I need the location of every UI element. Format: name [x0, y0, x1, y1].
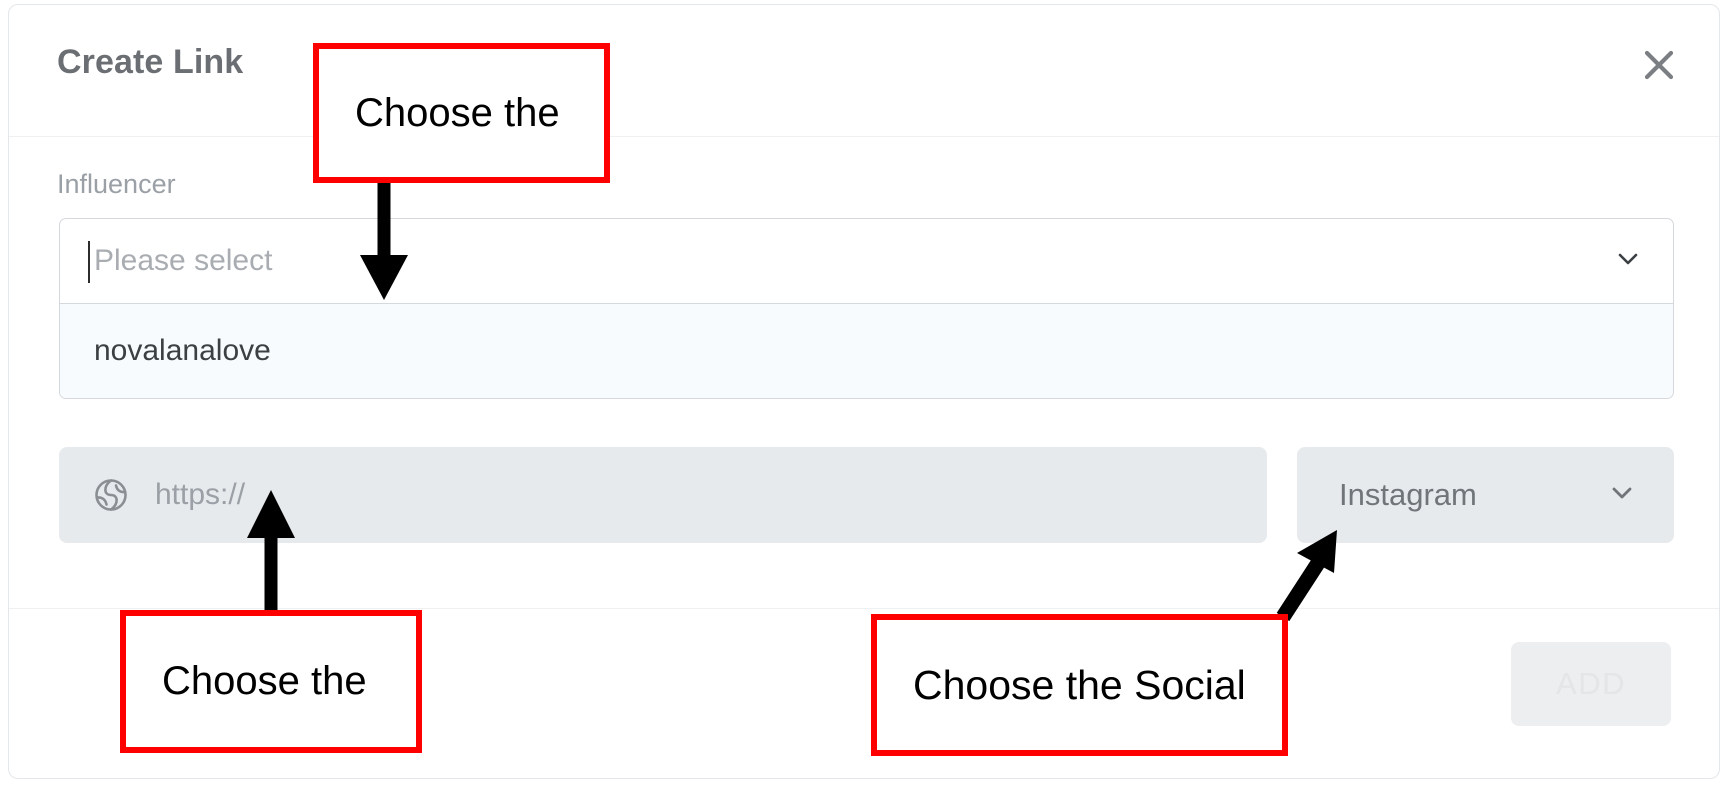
social-network-select[interactable]: Instagram: [1297, 447, 1674, 543]
influencer-placeholder: Please select: [94, 244, 273, 277]
option-label: novalanalove: [94, 334, 271, 367]
add-button[interactable]: ADD: [1511, 642, 1671, 726]
influencer-select-input[interactable]: Please select: [59, 218, 1674, 304]
dialog-body: Influencer Please select novalanalove ht…: [9, 137, 1719, 608]
influencer-option-novalanalove[interactable]: novalanalove: [60, 304, 1673, 398]
link-row: https:// Instagram: [59, 447, 1674, 543]
create-link-dialog: Create Link Influencer Please select nov…: [8, 4, 1720, 779]
dialog-footer: ADD: [9, 608, 1719, 778]
influencer-label: Influencer: [57, 169, 176, 199]
social-network-value: Instagram: [1339, 477, 1477, 512]
dialog-header: Create Link: [9, 5, 1719, 137]
close-icon[interactable]: [1635, 41, 1683, 89]
dialog-title: Create Link: [57, 43, 244, 81]
chevron-down-icon[interactable]: [1613, 244, 1643, 279]
globe-icon: [92, 476, 130, 514]
text-caret: [88, 241, 90, 283]
influencer-select-wrapper: Please select novalanalove: [59, 218, 1674, 399]
influencer-options-menu: novalanalove: [59, 304, 1674, 399]
url-input[interactable]: https://: [59, 447, 1267, 543]
chevron-down-icon[interactable]: [1606, 477, 1638, 514]
url-placeholder: https://: [155, 478, 246, 511]
